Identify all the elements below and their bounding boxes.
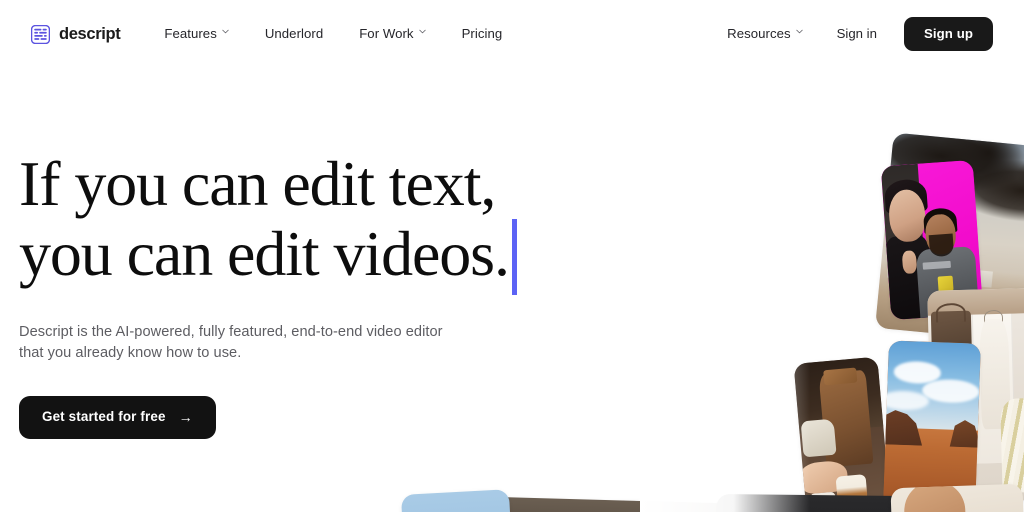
get-started-button[interactable]: Get started for free → xyxy=(19,395,216,439)
hero-content: If you can edit text, you can edit video… xyxy=(19,148,639,439)
get-started-label: Get started for free xyxy=(42,409,166,425)
chevron-down-icon xyxy=(418,29,426,36)
dark-partial-photo xyxy=(715,494,905,512)
nav-item-for-work-label: For Work xyxy=(359,26,414,42)
landscape-tree-photo xyxy=(875,132,1024,346)
text-cursor-icon xyxy=(511,218,517,295)
nav-item-pricing-label: Pricing xyxy=(461,26,503,42)
collage-fade-overlay xyxy=(640,0,810,512)
hero-subheadline: Descript is the AI-powered, fully featur… xyxy=(19,322,639,365)
arrow-right-icon: → xyxy=(178,408,193,425)
nav-item-resources[interactable]: Resources xyxy=(709,19,820,48)
hero-headline: If you can edit text, you can edit video… xyxy=(19,148,639,295)
baker-kitchen-photo xyxy=(793,356,891,512)
descript-logo-icon xyxy=(30,24,51,44)
hero-headline-line-2-wrap: you can edit videos. xyxy=(19,216,639,295)
brand-logo[interactable]: descript xyxy=(30,24,121,44)
nav-item-underlord[interactable]: Underlord xyxy=(247,19,341,48)
primary-nav-links: Features Underlord For Work Pricing xyxy=(146,19,520,48)
hero-headline-line-1: If you can edit text, xyxy=(19,148,496,219)
nav-item-resources-label: Resources xyxy=(727,26,791,42)
nav-item-features[interactable]: Features xyxy=(146,19,246,48)
nav-actions: Resources Sign in Sign up xyxy=(709,16,993,52)
blue-partial-photo xyxy=(400,489,516,512)
top-navigation-bar: descript Features Underlord For Work Pri… xyxy=(0,0,1024,68)
nav-item-underlord-label: Underlord xyxy=(264,26,324,42)
landing-page: descript Features Underlord For Work Pri… xyxy=(0,0,1024,512)
hero-subheadline-line-2: that you already know how to use. xyxy=(19,345,242,362)
desert-sky-photo xyxy=(883,340,981,512)
magenta-two-people-photo xyxy=(880,159,984,321)
sign-up-button[interactable]: Sign up xyxy=(903,16,993,52)
wood-strip-partial-photo xyxy=(468,496,742,512)
nav-item-pricing[interactable]: Pricing xyxy=(444,19,521,48)
cream-partial-photo xyxy=(890,483,1024,512)
closet-fabric-photo xyxy=(927,287,1024,503)
nav-item-for-work[interactable]: For Work xyxy=(341,19,443,48)
sign-in-link[interactable]: Sign in xyxy=(821,19,893,48)
hero-headline-line-2: you can edit videos. xyxy=(19,217,510,289)
nav-item-features-label: Features xyxy=(164,26,217,42)
chevron-down-icon xyxy=(222,29,229,36)
brand-name: descript xyxy=(59,24,121,43)
hero-subheadline-line-1: Descript is the AI-powered, fully featur… xyxy=(19,323,443,340)
chevron-down-icon xyxy=(795,29,803,36)
